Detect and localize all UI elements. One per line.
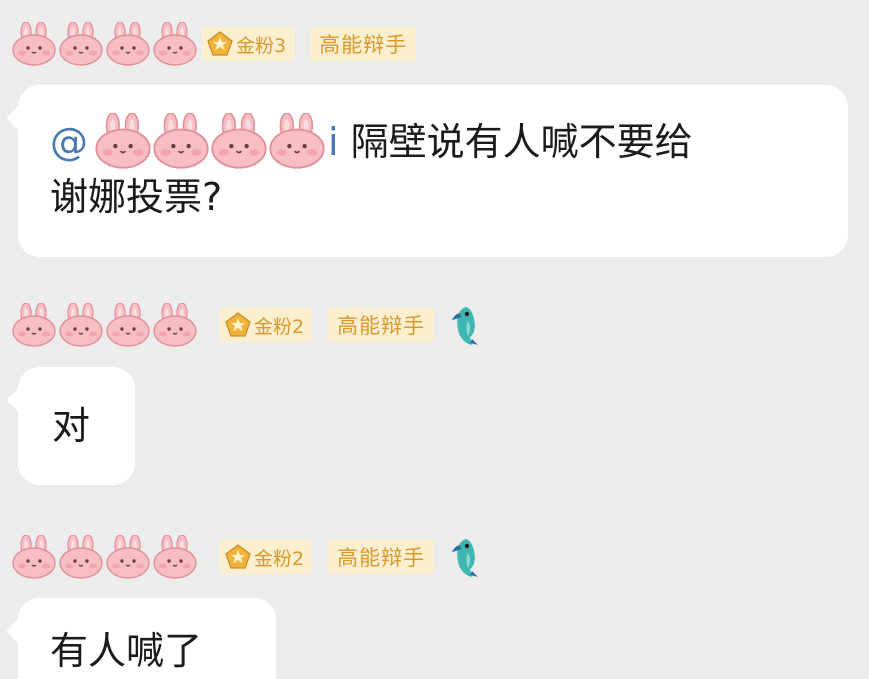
mention-prefix[interactable]: @ [50, 120, 88, 164]
bunny-sticker-icon [151, 535, 199, 579]
bunny-sticker-icon [151, 22, 199, 66]
message-text: 对 [52, 404, 91, 448]
fan-level-badge[interactable]: 金粉2 [220, 540, 313, 574]
bunny-sticker-icon [150, 113, 212, 169]
fan-level-text: 金粉2 [254, 315, 305, 338]
message-text: 谢娜投票? [50, 175, 223, 219]
bunny-sticker-icon [57, 22, 105, 66]
message-bubble[interactable]: 对 [18, 367, 135, 485]
mentioned-user-stickers[interactable] [92, 113, 324, 169]
bunny-sticker-icon [10, 535, 58, 579]
username-stickers[interactable] [10, 535, 198, 579]
fan-level-text: 金粉2 [254, 547, 305, 570]
title-badge-text: 高能辩手 [337, 314, 426, 338]
title-badge-text: 高能辩手 [337, 546, 426, 570]
fan-level-badge[interactable]: 金粉2 [220, 308, 313, 342]
chat-area: 金粉3 高能辩手 @ i 隔壁说有人喊不要给 谢娜投票? 金粉2 高能辩手 对 … [0, 0, 869, 679]
message-bubble[interactable]: @ i 隔壁说有人喊不要给 谢娜投票? [18, 85, 848, 257]
username-stickers[interactable] [10, 22, 198, 66]
bunny-sticker-icon [10, 303, 58, 347]
bunny-sticker-icon [57, 303, 105, 347]
bunny-sticker-icon [104, 303, 152, 347]
bunny-sticker-icon [104, 22, 152, 66]
message-header: 金粉2 高能辩手 [10, 535, 484, 579]
pentagon-star-badge-icon [224, 543, 252, 571]
bunny-sticker-icon [104, 535, 152, 579]
message-line: 谢娜投票? [50, 170, 822, 225]
message-header: 金粉3 高能辩手 [10, 22, 417, 66]
pentagon-star-badge-icon [224, 311, 252, 339]
username-stickers[interactable] [10, 303, 198, 347]
title-badge-text: 高能辩手 [319, 33, 408, 57]
pentagon-star-badge-icon [206, 30, 234, 58]
bird-icon [448, 535, 484, 579]
fan-level-text: 金粉3 [236, 34, 287, 57]
title-badge[interactable]: 高能辩手 [328, 540, 435, 574]
message-line: @ i 隔壁说有人喊不要给 [50, 113, 822, 170]
bird-icon [448, 303, 484, 347]
bunny-sticker-icon [57, 535, 105, 579]
title-badge[interactable]: 高能辩手 [310, 27, 417, 61]
bunny-sticker-icon [151, 303, 199, 347]
message-text: 有人喊了 [50, 629, 203, 673]
title-badge[interactable]: 高能辩手 [328, 308, 435, 342]
bunny-sticker-icon [208, 113, 270, 169]
mention-suffix[interactable]: i [328, 120, 339, 164]
bunny-sticker-icon [266, 113, 328, 169]
bunny-sticker-icon [10, 22, 58, 66]
bunny-sticker-icon [92, 113, 154, 169]
message-bubble[interactable]: 有人喊了 [18, 598, 276, 679]
message-header: 金粉2 高能辩手 [10, 303, 484, 347]
message-text: 隔壁说有人喊不要给 [350, 120, 693, 164]
fan-level-badge[interactable]: 金粉3 [202, 27, 295, 61]
